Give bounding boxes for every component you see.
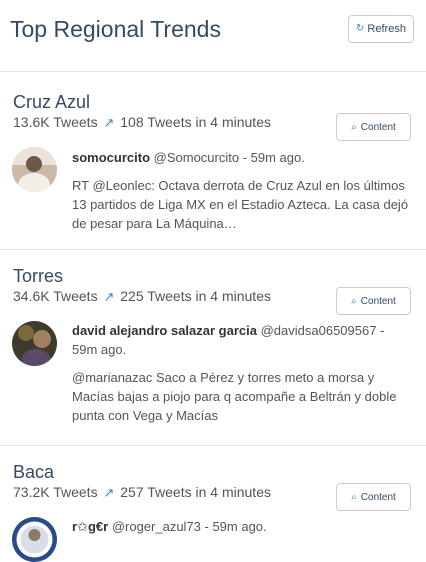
search-icon: ⌕ bbox=[351, 121, 357, 133]
trend-name[interactable]: Baca bbox=[13, 462, 54, 483]
search-icon: ⌕ bbox=[351, 491, 357, 503]
search-icon: ⌕ bbox=[351, 295, 357, 307]
tweet: r✩g€r @roger_azul73 - 59m ago. bbox=[72, 517, 412, 536]
content-button[interactable]: ⌕ Content bbox=[336, 113, 411, 141]
tweet-user[interactable]: david alejandro salazar garcia bbox=[72, 323, 257, 338]
tweet-handle: @roger_azul73 - 59m ago. bbox=[111, 519, 267, 534]
trending-up-icon: ↗ bbox=[103, 485, 115, 500]
refresh-label: Refresh bbox=[367, 23, 406, 35]
trend-stats: 13.6K Tweets ↗ 108 Tweets in 4 minutes bbox=[13, 114, 271, 131]
tweet-velocity: 225 Tweets in 4 minutes bbox=[120, 288, 271, 304]
tweet-count: 73.2K Tweets bbox=[13, 484, 98, 500]
refresh-icon: ↻ bbox=[356, 23, 365, 34]
tweet-count: 34.6K Tweets bbox=[13, 288, 98, 304]
tweet-velocity: 108 Tweets in 4 minutes bbox=[120, 114, 271, 130]
tweet-handle: @Somocurcito - 59m ago. bbox=[153, 150, 305, 165]
trend-item: Cruz Azul 13.6K Tweets ↗ 108 Tweets in 4… bbox=[0, 72, 426, 250]
refresh-button[interactable]: ↻ Refresh bbox=[348, 15, 414, 43]
tweet: somocurcito @Somocurcito - 59m ago. RT @… bbox=[72, 148, 412, 233]
content-button[interactable]: ⌕ Content bbox=[336, 483, 411, 511]
avatar bbox=[12, 321, 57, 366]
tweet-user[interactable]: somocurcito bbox=[72, 150, 150, 165]
trending-up-icon: ↗ bbox=[103, 289, 115, 304]
tweet-user[interactable]: r✩g€r bbox=[72, 519, 108, 534]
avatar bbox=[12, 147, 57, 192]
page-title: Top Regional Trends bbox=[10, 16, 221, 42]
tweet-text: RT @Leonlec: Octava derrota de Cruz Azul… bbox=[72, 178, 409, 231]
tweet-velocity: 257 Tweets in 4 minutes bbox=[120, 484, 271, 500]
trend-item: Baca 73.2K Tweets ↗ 257 Tweets in 4 minu… bbox=[0, 446, 426, 562]
header: Top Regional Trends ↻ Refresh bbox=[0, 0, 426, 72]
trend-stats: 34.6K Tweets ↗ 225 Tweets in 4 minutes bbox=[13, 288, 271, 305]
tweet-count: 13.6K Tweets bbox=[13, 114, 98, 130]
content-label: Content bbox=[360, 295, 396, 307]
content-button[interactable]: ⌕ Content bbox=[336, 287, 411, 315]
trending-up-icon: ↗ bbox=[103, 115, 115, 130]
trend-name[interactable]: Torres bbox=[13, 266, 63, 287]
avatar bbox=[12, 517, 57, 562]
trend-stats: 73.2K Tweets ↗ 257 Tweets in 4 minutes bbox=[13, 484, 271, 501]
content-label: Content bbox=[360, 121, 396, 133]
trend-name[interactable]: Cruz Azul bbox=[13, 92, 90, 113]
tweet-text: @marianazac Saco a Pérez y torres meto a… bbox=[72, 370, 397, 423]
trend-item: Torres 34.6K Tweets ↗ 225 Tweets in 4 mi… bbox=[0, 250, 426, 446]
content-label: Content bbox=[360, 491, 396, 503]
tweet: david alejandro salazar garcia @davidsa0… bbox=[72, 321, 412, 425]
